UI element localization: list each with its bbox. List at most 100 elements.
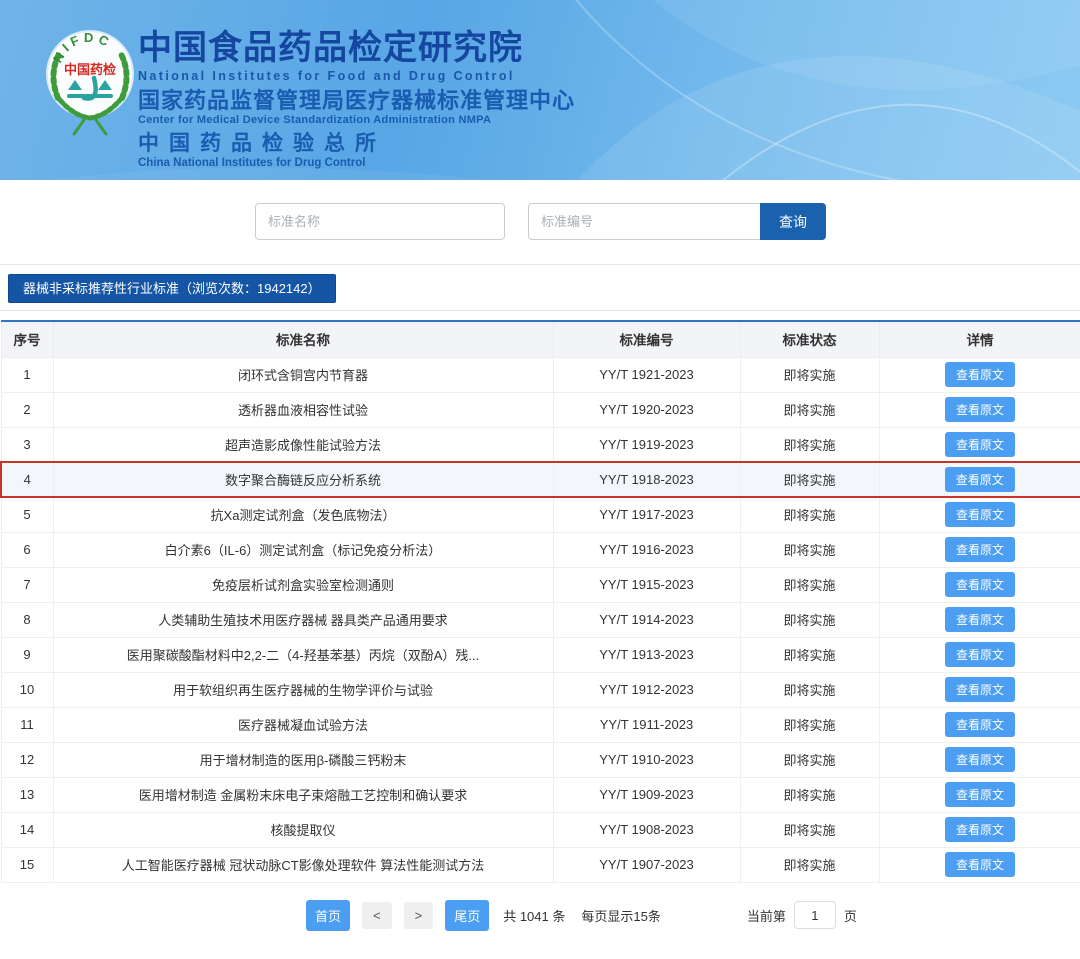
view-original-button[interactable]: 查看原文: [945, 362, 1015, 387]
view-original-button[interactable]: 查看原文: [945, 642, 1015, 667]
standard-status: 即将实施: [740, 637, 879, 672]
nifdc-logo[interactable]: NIFDC 中国药检: [44, 28, 136, 136]
view-original-button[interactable]: 查看原文: [945, 572, 1015, 597]
current-page-group: 当前第 页: [747, 901, 857, 929]
column-header-detail: 详情: [879, 321, 1080, 357]
view-original-button[interactable]: 查看原文: [945, 502, 1015, 527]
current-page-prefix: 当前第: [747, 906, 786, 925]
view-original-button[interactable]: 查看原文: [945, 607, 1015, 632]
standard-name: 用于增材制造的医用β-磷酸三钙粉末: [53, 742, 553, 777]
row-number: 8: [1, 602, 53, 637]
standard-code: YY/T 1911-2023: [553, 707, 740, 742]
table-row: 13 医用增材制造 金属粉末床电子束熔融工艺控制和确认要求 YY/T 1909-…: [1, 777, 1080, 812]
detail-cell: 查看原文: [879, 672, 1080, 707]
standard-status: 即将实施: [740, 427, 879, 462]
column-header-code: 标准编号: [553, 321, 740, 357]
standard-code-input[interactable]: [528, 203, 760, 240]
standard-name: 人工智能医疗器械 冠状动脉CT影像处理软件 算法性能测试方法: [53, 847, 553, 882]
standard-name-input[interactable]: [255, 203, 505, 240]
standard-code: YY/T 1908-2023: [553, 812, 740, 847]
logo-center-text: 中国药检: [64, 62, 116, 77]
query-button[interactable]: 查询: [760, 203, 826, 240]
row-number: 7: [1, 567, 53, 602]
standard-code-search-group: 查询: [528, 203, 826, 240]
detail-cell: 查看原文: [879, 532, 1080, 567]
row-number: 3: [1, 427, 53, 462]
detail-cell: 查看原文: [879, 707, 1080, 742]
column-header-status: 标准状态: [740, 321, 879, 357]
view-original-button[interactable]: 查看原文: [945, 782, 1015, 807]
table-row: 3 超声造影成像性能试验方法 YY/T 1919-2023 即将实施 查看原文: [1, 427, 1080, 462]
standard-status: 即将实施: [740, 812, 879, 847]
table-row: 2 透析器血液相容性试验 YY/T 1920-2023 即将实施 查看原文: [1, 392, 1080, 427]
row-number: 14: [1, 812, 53, 847]
header-titles: 中国食品药品检定研究院 National Institutes for Food…: [138, 28, 575, 170]
first-page-button[interactable]: 首页: [306, 900, 350, 931]
current-page-input[interactable]: [794, 901, 836, 929]
row-number: 6: [1, 532, 53, 567]
detail-cell: 查看原文: [879, 567, 1080, 602]
standard-code: YY/T 1914-2023: [553, 602, 740, 637]
standard-status: 即将实施: [740, 707, 879, 742]
standard-name: 人类辅助生殖技术用医疗器械 器具类产品通用要求: [53, 602, 553, 637]
column-header-no: 序号: [1, 321, 53, 357]
detail-cell: 查看原文: [879, 392, 1080, 427]
org-title-cn: 中国食品药品检定研究院: [138, 28, 575, 68]
view-original-button[interactable]: 查看原文: [945, 747, 1015, 772]
row-number: 11: [1, 707, 53, 742]
standard-name: 核酸提取仪: [53, 812, 553, 847]
view-original-button[interactable]: 查看原文: [945, 397, 1015, 422]
view-original-button[interactable]: 查看原文: [945, 817, 1015, 842]
view-original-button[interactable]: 查看原文: [945, 432, 1015, 457]
view-original-button[interactable]: 查看原文: [945, 677, 1015, 702]
table-row: 4 数字聚合酶链反应分析系统 YY/T 1918-2023 即将实施 查看原文: [1, 462, 1080, 497]
detail-cell: 查看原文: [879, 847, 1080, 882]
table-row: 11 医疗器械凝血试验方法 YY/T 1911-2023 即将实施 查看原文: [1, 707, 1080, 742]
detail-cell: 查看原文: [879, 602, 1080, 637]
standard-status: 即将实施: [740, 532, 879, 567]
standard-status: 即将实施: [740, 462, 879, 497]
standard-name: 闭环式含铜宫内节育器: [53, 357, 553, 392]
detail-cell: 查看原文: [879, 812, 1080, 847]
view-original-button[interactable]: 查看原文: [945, 467, 1015, 492]
standard-status: 即将实施: [740, 742, 879, 777]
standard-status: 即将实施: [740, 847, 879, 882]
view-original-button[interactable]: 查看原文: [945, 537, 1015, 562]
view-original-button[interactable]: 查看原文: [945, 852, 1015, 877]
org-subtitle-cn: 国家药品监督管理局医疗器械标准管理中心: [138, 87, 575, 114]
table-row: 9 医用聚碳酸酯材料中2,2-二（4-羟基苯基）丙烷（双酚A）残... YY/T…: [1, 637, 1080, 672]
view-original-button[interactable]: 查看原文: [945, 712, 1015, 737]
table-row: 1 闭环式含铜宫内节育器 YY/T 1921-2023 即将实施 查看原文: [1, 357, 1080, 392]
last-page-button[interactable]: 尾页: [445, 900, 489, 931]
table-header-row: 序号 标准名称 标准编号 标准状态 详情: [1, 321, 1080, 357]
per-page-text: 每页显示15条: [581, 906, 660, 925]
standard-status: 即将实施: [740, 602, 879, 637]
row-number: 1: [1, 357, 53, 392]
table-row: 15 人工智能医疗器械 冠状动脉CT影像处理软件 算法性能测试方法 YY/T 1…: [1, 847, 1080, 882]
search-bar: 查询: [0, 180, 1080, 264]
detail-cell: 查看原文: [879, 497, 1080, 532]
standard-code: YY/T 1910-2023: [553, 742, 740, 777]
standard-code: YY/T 1918-2023: [553, 462, 740, 497]
standard-name: 抗Xa测定试剂盒（发色底物法）: [53, 497, 553, 532]
prev-page-button[interactable]: <: [362, 902, 392, 929]
table-row: 10 用于软组织再生医疗器械的生物学评价与试验 YY/T 1912-2023 即…: [1, 672, 1080, 707]
org-title-en: National Institutes for Food and Drug Co…: [138, 68, 575, 84]
detail-cell: 查看原文: [879, 777, 1080, 812]
standard-status: 即将实施: [740, 497, 879, 532]
next-page-button[interactable]: >: [404, 902, 434, 929]
table-row: 14 核酸提取仪 YY/T 1908-2023 即将实施 查看原文: [1, 812, 1080, 847]
standard-status: 即将实施: [740, 777, 879, 812]
standard-code: YY/T 1916-2023: [553, 532, 740, 567]
standard-status: 即将实施: [740, 357, 879, 392]
row-number: 2: [1, 392, 53, 427]
row-number: 5: [1, 497, 53, 532]
org-subtitle2-en: China National Institutes for Drug Contr…: [138, 157, 575, 170]
standard-code: YY/T 1912-2023: [553, 672, 740, 707]
row-number: 10: [1, 672, 53, 707]
standard-name: 数字聚合酶链反应分析系统: [53, 462, 553, 497]
row-number: 15: [1, 847, 53, 882]
standard-status: 即将实施: [740, 392, 879, 427]
standards-table: 序号 标准名称 标准编号 标准状态 详情 1 闭环式含铜宫内节育器 YY/T 1…: [0, 320, 1080, 883]
category-tab[interactable]: 器械非采标推荐性行业标准（浏览次数：1942142）: [8, 274, 336, 303]
